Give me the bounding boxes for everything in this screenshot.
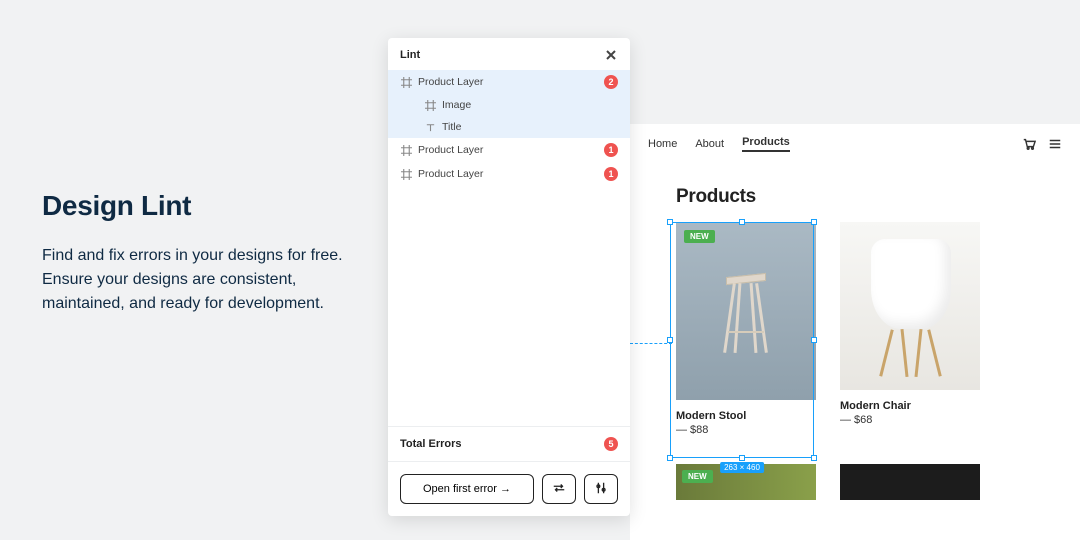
error-badge: 1 xyxy=(604,143,618,157)
lint-panel: Lint Product Layer 2 Image Title Product… xyxy=(388,38,630,516)
sliders-icon xyxy=(594,481,608,498)
product-image xyxy=(840,222,980,390)
layer-label: Product Layer xyxy=(418,168,604,180)
hero-title: Design Lint xyxy=(42,190,352,222)
chair-illustration xyxy=(855,231,965,381)
lint-panel-title: Lint xyxy=(400,49,420,61)
hero-block: Design Lint Find and fix errors in your … xyxy=(42,190,352,316)
panel-spacer xyxy=(388,186,630,426)
layer-row-image[interactable]: Image xyxy=(388,94,630,116)
layer-row-title[interactable]: Title xyxy=(388,116,630,138)
product-price: — $68 xyxy=(840,414,980,426)
new-tag: NEW xyxy=(682,470,713,483)
hero-body: Find and fix errors in your designs for … xyxy=(42,244,352,316)
layer-row-product-layer[interactable]: Product Layer 1 xyxy=(388,162,630,186)
mock-nav: Home About Products xyxy=(630,124,1080,164)
refresh-button[interactable] xyxy=(542,474,576,504)
stool-illustration xyxy=(716,261,776,361)
error-badge: 2 xyxy=(604,75,618,89)
text-icon xyxy=(424,121,436,133)
product-grid: NEW Modern Stool — $88 Modern Chair — $6… xyxy=(630,222,1080,436)
product-title: Modern Stool xyxy=(676,410,816,422)
total-errors-label: Total Errors xyxy=(400,438,462,450)
product-card-stool[interactable]: NEW Modern Stool — $88 xyxy=(676,222,816,436)
mock-heading: Products xyxy=(630,164,1080,222)
layer-list: Product Layer 2 Image Title Product Laye… xyxy=(388,70,630,186)
layer-row-product-layer[interactable]: Product Layer 1 xyxy=(388,138,630,162)
product-image-partial: NEW xyxy=(676,464,816,500)
close-icon[interactable] xyxy=(604,48,618,62)
new-tag: NEW xyxy=(684,230,715,243)
nav-about[interactable]: About xyxy=(695,138,724,150)
product-card-chair[interactable]: Modern Chair — $68 xyxy=(840,222,980,436)
nav-products[interactable]: Products xyxy=(742,136,790,152)
panel-button-row: Open first error → xyxy=(388,461,630,516)
layer-row-product-layer[interactable]: Product Layer 2 xyxy=(388,70,630,94)
product-title: Modern Chair xyxy=(840,400,980,412)
cart-icon[interactable] xyxy=(1022,137,1036,151)
frame-icon xyxy=(400,144,412,156)
layer-label: Product Layer xyxy=(418,76,604,88)
layer-label: Image xyxy=(442,99,618,111)
layer-label: Title xyxy=(442,121,618,133)
layer-label: Product Layer xyxy=(418,144,604,156)
open-first-error-button[interactable]: Open first error → xyxy=(400,474,534,504)
total-errors-badge: 5 xyxy=(604,437,618,451)
frame-icon xyxy=(400,168,412,180)
frame-icon xyxy=(424,99,436,111)
nav-home[interactable]: Home xyxy=(648,138,677,150)
open-first-error-label: Open first error → xyxy=(423,483,511,495)
refresh-icon xyxy=(552,481,566,498)
lower-product-row: NEW xyxy=(630,464,1080,500)
mock-design-page: Home About Products Products NEW Modern … xyxy=(630,124,1080,540)
product-price: — $88 xyxy=(676,424,816,436)
product-image-partial xyxy=(840,464,980,500)
lint-panel-header: Lint xyxy=(388,38,630,70)
frame-icon xyxy=(400,76,412,88)
product-image: NEW xyxy=(676,222,816,400)
total-errors-row: Total Errors 5 xyxy=(388,426,630,461)
menu-icon[interactable] xyxy=(1048,137,1062,151)
settings-button[interactable] xyxy=(584,474,618,504)
error-badge: 1 xyxy=(604,167,618,181)
